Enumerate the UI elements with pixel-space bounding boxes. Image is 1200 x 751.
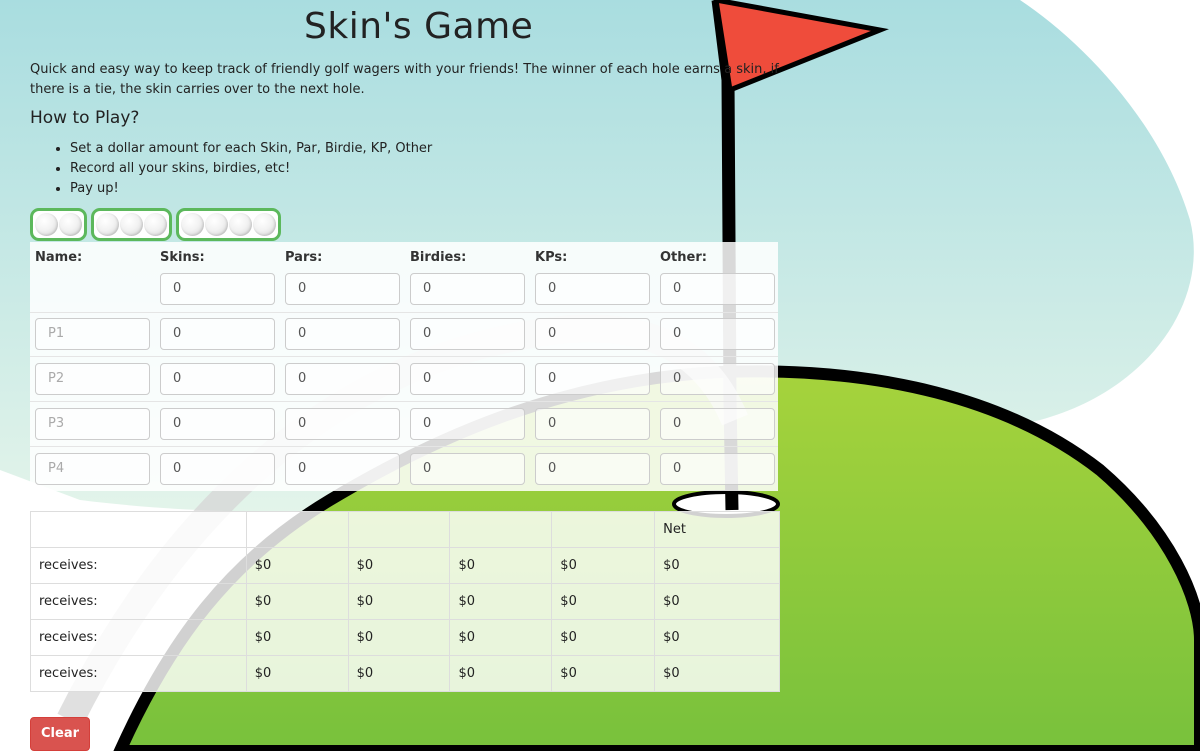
player-2-other-input[interactable]: 0 [660, 363, 775, 395]
other-amount-input[interactable]: 0 [660, 273, 775, 305]
player-2-skins-input[interactable]: 0 [160, 363, 275, 395]
golf-ball-icon [35, 213, 58, 236]
player-3-other-input[interactable]: 0 [660, 408, 775, 440]
player-3-kps-input[interactable]: 0 [535, 408, 650, 440]
header-name: Name: [35, 250, 83, 265]
receives-label: receives: [30, 619, 247, 656]
row-divider [30, 312, 778, 313]
player-3-name-input[interactable]: P3 [35, 408, 150, 440]
header-kps: KPs: [535, 250, 568, 265]
kp-amount-input[interactable]: 0 [535, 273, 650, 305]
result-cell: $0 [245, 619, 349, 656]
golf-ball-icon [205, 213, 228, 236]
player-1-name-input[interactable]: P1 [35, 318, 150, 350]
result-cell: $0 [551, 655, 656, 692]
four-players-button[interactable] [176, 208, 281, 241]
par-amount-input[interactable]: 0 [285, 273, 400, 305]
results-header-cell [30, 511, 247, 548]
skin-amount-input[interactable]: 0 [160, 273, 275, 305]
scoring-grid: Name: Skins: Pars: Birdies: KPs: Other: … [30, 242, 778, 491]
receives-label: receives: [30, 547, 247, 584]
row-divider [30, 356, 778, 357]
player-count-buttons [30, 208, 281, 241]
result-cell: $0 [347, 655, 451, 692]
two-players-button[interactable] [30, 208, 87, 241]
result-cell: $0 [551, 583, 656, 620]
step-item: Record all your skins, birdies, etc! [70, 159, 432, 179]
results-header-cell [449, 511, 553, 548]
results-table: Net receives: $0 $0 $0 $0 $0 receives: $… [30, 511, 780, 692]
player-4-kps-input[interactable]: 0 [535, 453, 650, 485]
header-pars: Pars: [285, 250, 323, 265]
row-divider [30, 446, 778, 447]
player-2-birdies-input[interactable]: 0 [410, 363, 525, 395]
net-cell: $0 [654, 583, 780, 620]
table-row: receives: $0 $0 $0 $0 $0 [30, 547, 780, 584]
results-header-net: Net [654, 511, 780, 548]
player-1-skins-input[interactable]: 0 [160, 318, 275, 350]
player-2-kps-input[interactable]: 0 [535, 363, 650, 395]
golf-ball-icon [229, 213, 252, 236]
receives-label: receives: [30, 583, 247, 620]
player-4-other-input[interactable]: 0 [660, 453, 775, 485]
result-cell: $0 [449, 619, 553, 656]
header-other: Other: [660, 250, 707, 265]
results-header-cell [551, 511, 656, 548]
howto-steps: Set a dollar amount for each Skin, Par, … [30, 139, 432, 199]
results-header-row: Net [30, 511, 780, 548]
result-cell: $0 [551, 547, 656, 584]
player-3-pars-input[interactable]: 0 [285, 408, 400, 440]
player-1-pars-input[interactable]: 0 [285, 318, 400, 350]
golf-ball-icon [181, 213, 204, 236]
net-cell: $0 [654, 655, 780, 692]
player-1-birdies-input[interactable]: 0 [410, 318, 525, 350]
result-cell: $0 [551, 619, 656, 656]
step-item: Pay up! [70, 179, 432, 199]
clear-button[interactable]: Clear [30, 717, 90, 751]
player-4-birdies-input[interactable]: 0 [410, 453, 525, 485]
intro-text: Quick and easy way to keep track of frie… [30, 62, 779, 97]
result-cell: $0 [449, 655, 553, 692]
player-4-pars-input[interactable]: 0 [285, 453, 400, 485]
header-birdies: Birdies: [410, 250, 467, 265]
table-row: receives: $0 $0 $0 $0 $0 [30, 619, 780, 656]
row-divider [30, 401, 778, 402]
result-cell: $0 [347, 583, 451, 620]
results-header-cell [245, 511, 349, 548]
result-cell: $0 [245, 547, 349, 584]
page-title: Skin's Game [304, 6, 534, 47]
player-3-birdies-input[interactable]: 0 [410, 408, 525, 440]
results-header-cell [347, 511, 451, 548]
golf-ball-icon [144, 213, 167, 236]
table-row: receives: $0 $0 $0 $0 $0 [30, 583, 780, 620]
golf-ball-icon [120, 213, 143, 236]
step-item: Set a dollar amount for each Skin, Par, … [70, 139, 432, 159]
golf-ball-icon [253, 213, 276, 236]
player-4-name-input[interactable]: P4 [35, 453, 150, 485]
birdie-amount-input[interactable]: 0 [410, 273, 525, 305]
player-3-skins-input[interactable]: 0 [160, 408, 275, 440]
golf-ball-icon [96, 213, 119, 236]
player-1-other-input[interactable]: 0 [660, 318, 775, 350]
result-cell: $0 [449, 547, 553, 584]
howto-heading: How to Play? [30, 108, 140, 128]
result-cell: $0 [347, 547, 451, 584]
table-row: receives: $0 $0 $0 $0 $0 [30, 655, 780, 692]
golf-ball-icon [59, 213, 82, 236]
result-cell: $0 [245, 655, 349, 692]
receives-label: receives: [30, 655, 247, 692]
net-cell: $0 [654, 619, 780, 656]
player-1-kps-input[interactable]: 0 [535, 318, 650, 350]
player-2-name-input[interactable]: P2 [35, 363, 150, 395]
result-cell: $0 [449, 583, 553, 620]
three-players-button[interactable] [91, 208, 172, 241]
net-cell: $0 [654, 547, 780, 584]
header-skins: Skins: [160, 250, 205, 265]
player-2-pars-input[interactable]: 0 [285, 363, 400, 395]
player-4-skins-input[interactable]: 0 [160, 453, 275, 485]
result-cell: $0 [347, 619, 451, 656]
result-cell: $0 [245, 583, 349, 620]
